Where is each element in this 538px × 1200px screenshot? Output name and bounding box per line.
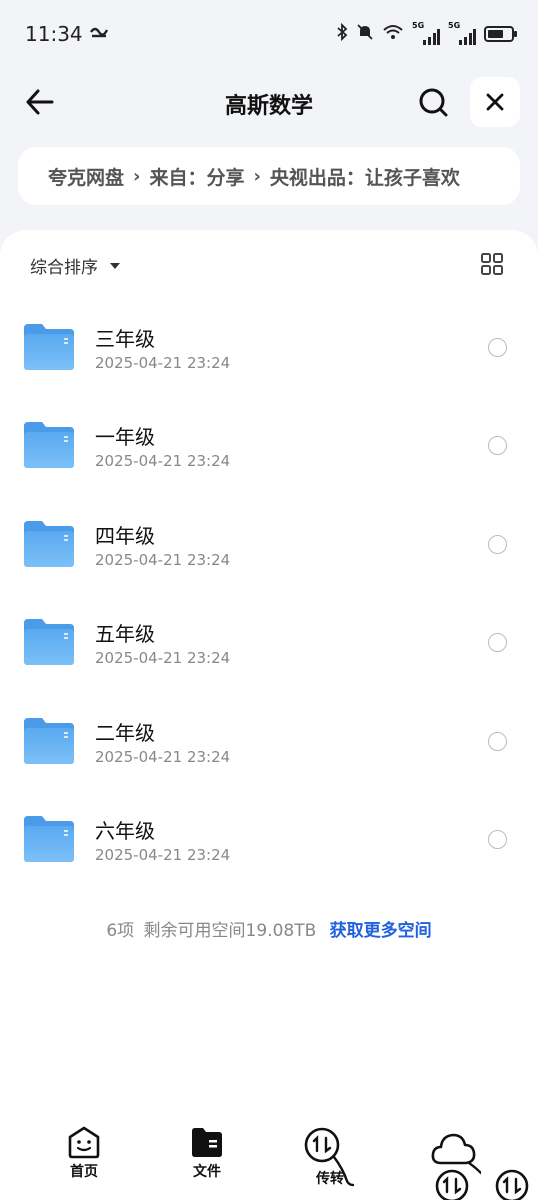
list-item[interactable]: 三年级 2025-04-21 23:24 — [0, 298, 538, 396]
mute-bell-icon — [356, 23, 374, 45]
status-right: 5G 5G — [336, 21, 517, 45]
nav-label: 首页 — [70, 1164, 98, 1180]
caret-down-icon — [110, 262, 120, 269]
folder-icon — [24, 815, 74, 862]
file-date: 2025-04-21 23:24 — [95, 550, 231, 569]
select-checkbox[interactable] — [488, 731, 507, 751]
breadcrumb-item[interactable]: 夸克网盘 — [48, 163, 124, 190]
nav-item-home[interactable]: 首页 — [49, 1125, 119, 1181]
file-date: 2025-04-21 23:24 — [95, 452, 231, 471]
select-checkbox[interactable] — [488, 633, 507, 653]
status-time: 11:34 — [25, 22, 83, 46]
nav-item-files[interactable]: 文件 — [172, 1125, 242, 1181]
file-date: 2025-04-21 23:24 — [95, 845, 231, 864]
status-left: 11:34 — [25, 22, 109, 46]
folder-icon — [24, 717, 74, 764]
select-checkbox[interactable] — [488, 338, 507, 357]
status-bar: 11:34 5G 5G — [0, 0, 538, 68]
nav-label: 文件 — [193, 1164, 221, 1180]
item-count: 6项 — [106, 921, 135, 941]
file-sheet: 综合排序 三年级 2025-04-21 23:24 一年级 2025-04-21… — [0, 230, 538, 1200]
transfer-badge-icon[interactable] — [434, 1168, 470, 1200]
file-name: 五年级 — [95, 622, 155, 647]
wifi-icon — [382, 23, 404, 45]
grid-view-icon[interactable] — [480, 252, 504, 276]
sort-button[interactable]: 综合排序 — [30, 253, 120, 278]
get-more-space-link[interactable]: 获取更多空间 — [330, 921, 432, 941]
home-face-icon — [68, 1126, 100, 1159]
file-name: 一年级 — [95, 425, 155, 450]
list-item[interactable]: 六年级 2025-04-21 23:24 — [0, 790, 538, 888]
folder-icon — [24, 619, 74, 666]
list-item[interactable]: 四年级 2025-04-21 23:24 — [0, 495, 538, 593]
chevron-right-icon: › — [133, 165, 141, 187]
file-date: 2025-04-21 23:24 — [95, 649, 231, 668]
signal-icon-2: 5G — [448, 21, 476, 45]
file-list: 三年级 2025-04-21 23:24 一年级 2025-04-21 23:2… — [0, 298, 538, 888]
battery-icon — [484, 26, 517, 42]
header: 高斯数学 — [0, 72, 538, 132]
page-title: 高斯数学 — [224, 94, 313, 119]
bottom-nav: 首页 文件 传转 — [0, 1125, 538, 1200]
folder-icon — [24, 422, 74, 469]
nav-label: 传转 — [316, 1171, 344, 1187]
battery-fill — [488, 30, 503, 38]
select-checkbox[interactable] — [488, 436, 507, 456]
sort-label: 综合排序 — [30, 258, 98, 278]
file-name: 三年级 — [95, 327, 155, 351]
remaining-space: 剩余可用空间19.08TB — [143, 921, 317, 941]
list-item[interactable]: 五年级 2025-04-21 23:24 — [0, 593, 538, 691]
folder-icon — [24, 520, 74, 567]
chevron-right-icon: › — [253, 165, 261, 187]
transfer-badge-icon[interactable] — [494, 1168, 530, 1200]
file-name: 二年级 — [95, 720, 155, 745]
file-name: 六年级 — [95, 818, 155, 843]
file-name: 四年级 — [95, 523, 155, 548]
folder-icon — [24, 324, 74, 370]
breadcrumb: 夸克网盘 › 来自：分享 › 央视出品：让孩子喜欢 — [18, 147, 520, 205]
notification-icon — [89, 24, 109, 44]
select-checkbox[interactable] — [488, 829, 507, 849]
close-button[interactable] — [470, 77, 520, 127]
search-icon[interactable] — [416, 85, 450, 119]
breadcrumb-item[interactable]: 来自：分享 — [149, 163, 244, 190]
bluetooth-icon — [336, 22, 348, 45]
storage-summary: 6项 剩余可用空间19.08TB 获取更多空间 — [0, 916, 538, 941]
file-date: 2025-04-21 23:24 — [95, 747, 231, 766]
folder-file-icon — [192, 1128, 222, 1157]
file-date: 2025-04-21 23:24 — [95, 354, 231, 372]
signal-icon-1: 5G — [412, 21, 440, 45]
breadcrumb-item[interactable]: 央视出品：让孩子喜欢 — [270, 163, 460, 190]
list-item[interactable]: 一年级 2025-04-21 23:24 — [0, 396, 538, 494]
select-checkbox[interactable] — [488, 534, 507, 554]
list-item[interactable]: 二年级 2025-04-21 23:24 — [0, 692, 538, 790]
close-icon — [486, 93, 504, 111]
